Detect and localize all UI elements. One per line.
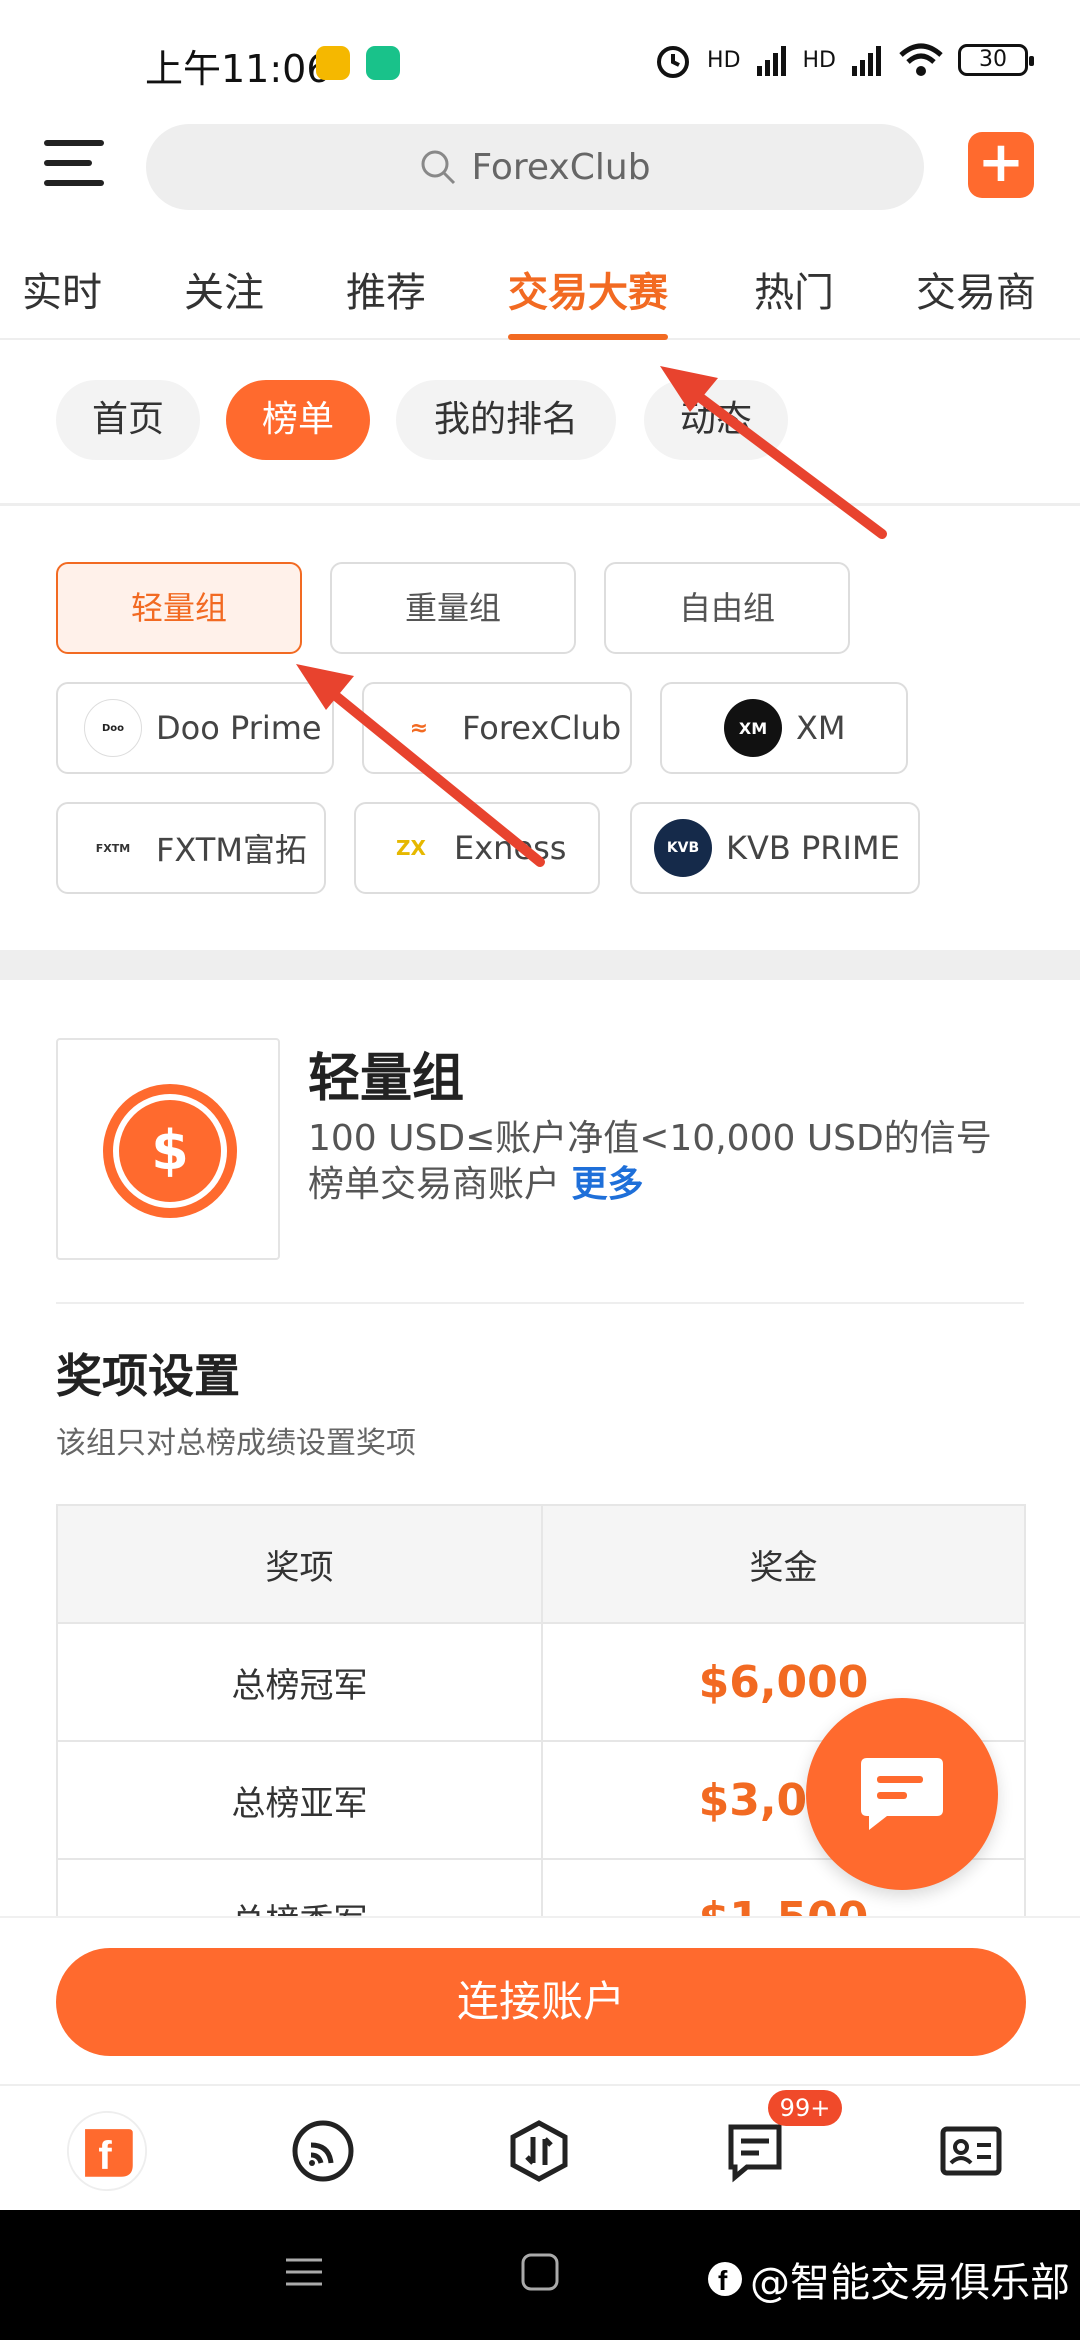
award-name: 总榜冠军	[231, 1665, 368, 1706]
bottom-nav: f 99+	[0, 2084, 1080, 2210]
android-nav-bar: f @智能交易俱乐部	[0, 2210, 1080, 2340]
broker-label: XM	[796, 709, 846, 747]
cloud-app-icon	[316, 46, 350, 80]
battery-icon: 30	[958, 44, 1034, 76]
broker-exness[interactable]: ZX Exness	[354, 802, 600, 894]
forexclub-logo-icon: ≈	[390, 699, 448, 757]
rss-icon	[292, 2120, 354, 2182]
nav-home[interactable]: f	[66, 2110, 148, 2192]
connect-account-button[interactable]: 连接账户	[56, 1948, 1026, 2056]
broker-label: Doo Prime	[156, 709, 322, 747]
signal-icon	[756, 46, 786, 76]
tab-brokers[interactable]: 交易商	[916, 260, 1036, 318]
signal-icon-2	[852, 46, 881, 76]
search-input[interactable]: ForexClub	[146, 124, 924, 210]
broker-fxtm[interactable]: FXTM FXTM富拓	[56, 802, 326, 894]
kvb-logo-icon: KVB	[654, 819, 712, 877]
search-placeholder: ForexClub	[471, 146, 651, 188]
tab-recommended[interactable]: 推荐	[346, 260, 426, 318]
exness-logo-icon: ZX	[382, 819, 440, 877]
awards-title: 奖项设置	[56, 1349, 240, 1403]
home-square-icon[interactable]	[520, 2252, 560, 2292]
group-light[interactable]: 轻量组	[56, 562, 302, 654]
subtab-home[interactable]: 首页	[56, 380, 200, 460]
alarm-icon	[657, 46, 690, 78]
main-tabs: 实时 关注 推荐 交易大赛 热门 交易商	[0, 250, 1080, 340]
broker-doo-prime[interactable]: Doo Doo Prime	[56, 682, 334, 774]
table-header: 奖项 奖金	[58, 1506, 1024, 1624]
chat-icon	[861, 1758, 943, 1830]
profile-card-icon	[940, 2126, 1002, 2176]
nav-trade[interactable]	[498, 2110, 580, 2192]
broker-label: FXTM富拓	[156, 831, 307, 869]
search-icon	[421, 150, 456, 185]
broker-label: Exness	[454, 829, 567, 867]
watermark: f @智能交易俱乐部	[706, 2250, 1070, 2308]
award-name: 总榜亚军	[231, 1783, 368, 1824]
status-bar: 上午11:06 HD HD 30	[0, 0, 1080, 120]
group-description: 100 USD≤账户净值<10,000 USD的信号榜单交易商账户 更多	[308, 1118, 992, 1205]
doo-prime-logo-icon: Doo	[84, 699, 142, 757]
section-divider	[0, 950, 1080, 980]
status-indicators: HD HD 30	[653, 40, 1034, 80]
tab-trading-contest[interactable]: 交易大赛	[508, 260, 668, 340]
awards-description: 该组只对总榜成绩设置奖项	[56, 1426, 416, 1461]
fxtm-logo-icon: FXTM	[84, 819, 142, 877]
svg-text:f: f	[718, 2265, 728, 2296]
subtab-activity[interactable]: 动态	[644, 380, 788, 460]
broker-label: KVB PRIME	[726, 829, 900, 867]
divider	[56, 1302, 1024, 1304]
more-link[interactable]: 更多	[571, 1164, 643, 1205]
svg-text:f: f	[98, 2134, 112, 2178]
shield-app-icon	[366, 46, 400, 80]
chat-button[interactable]	[806, 1698, 998, 1890]
broker-xm[interactable]: XM XM	[660, 682, 908, 774]
trade-icon	[510, 2120, 568, 2182]
forexclub-home-icon: f	[66, 2110, 148, 2192]
group-title: 轻量组	[308, 1049, 465, 1109]
tab-following[interactable]: 关注	[184, 260, 264, 318]
tab-realtime[interactable]: 实时	[22, 260, 102, 318]
add-button[interactable]: +	[968, 132, 1034, 198]
message-icon	[728, 2124, 782, 2183]
xm-logo-icon: XM	[724, 699, 782, 757]
broker-label: ForexClub	[462, 709, 622, 747]
nav-feed[interactable]	[282, 2110, 364, 2192]
header-award: 奖项	[265, 1547, 334, 1588]
broker-forexclub[interactable]: ≈ ForexClub	[362, 682, 632, 774]
tab-popular[interactable]: 热门	[754, 260, 834, 318]
group-heavy[interactable]: 重量组	[330, 562, 576, 654]
nav-profile[interactable]	[930, 2110, 1012, 2192]
connect-area: 连接账户	[0, 1916, 1080, 2084]
group-free[interactable]: 自由组	[604, 562, 850, 654]
top-bar: ForexClub +	[0, 120, 1080, 250]
wifi-icon	[899, 43, 943, 76]
menu-button[interactable]	[44, 140, 104, 200]
sub-tabs: 首页 榜单 我的排名 动态	[0, 340, 1080, 506]
dollar-coin-icon: $	[103, 1084, 237, 1218]
signal-hd-label-2: HD	[802, 47, 836, 73]
subtab-my-ranking[interactable]: 我的排名	[396, 380, 616, 460]
forexclub-watermark-icon: f	[708, 2262, 742, 2296]
group-icon-box: $	[56, 1038, 280, 1260]
message-badge: 99+	[768, 2090, 842, 2126]
status-time: 上午11:06	[145, 47, 331, 91]
signal-hd-label: HD	[707, 47, 741, 73]
broker-kvb-prime[interactable]: KVB KVB PRIME	[630, 802, 920, 894]
header-prize: 奖金	[541, 1506, 1024, 1622]
subtab-leaderboard[interactable]: 榜单	[226, 380, 370, 460]
recents-icon[interactable]	[284, 2252, 324, 2292]
